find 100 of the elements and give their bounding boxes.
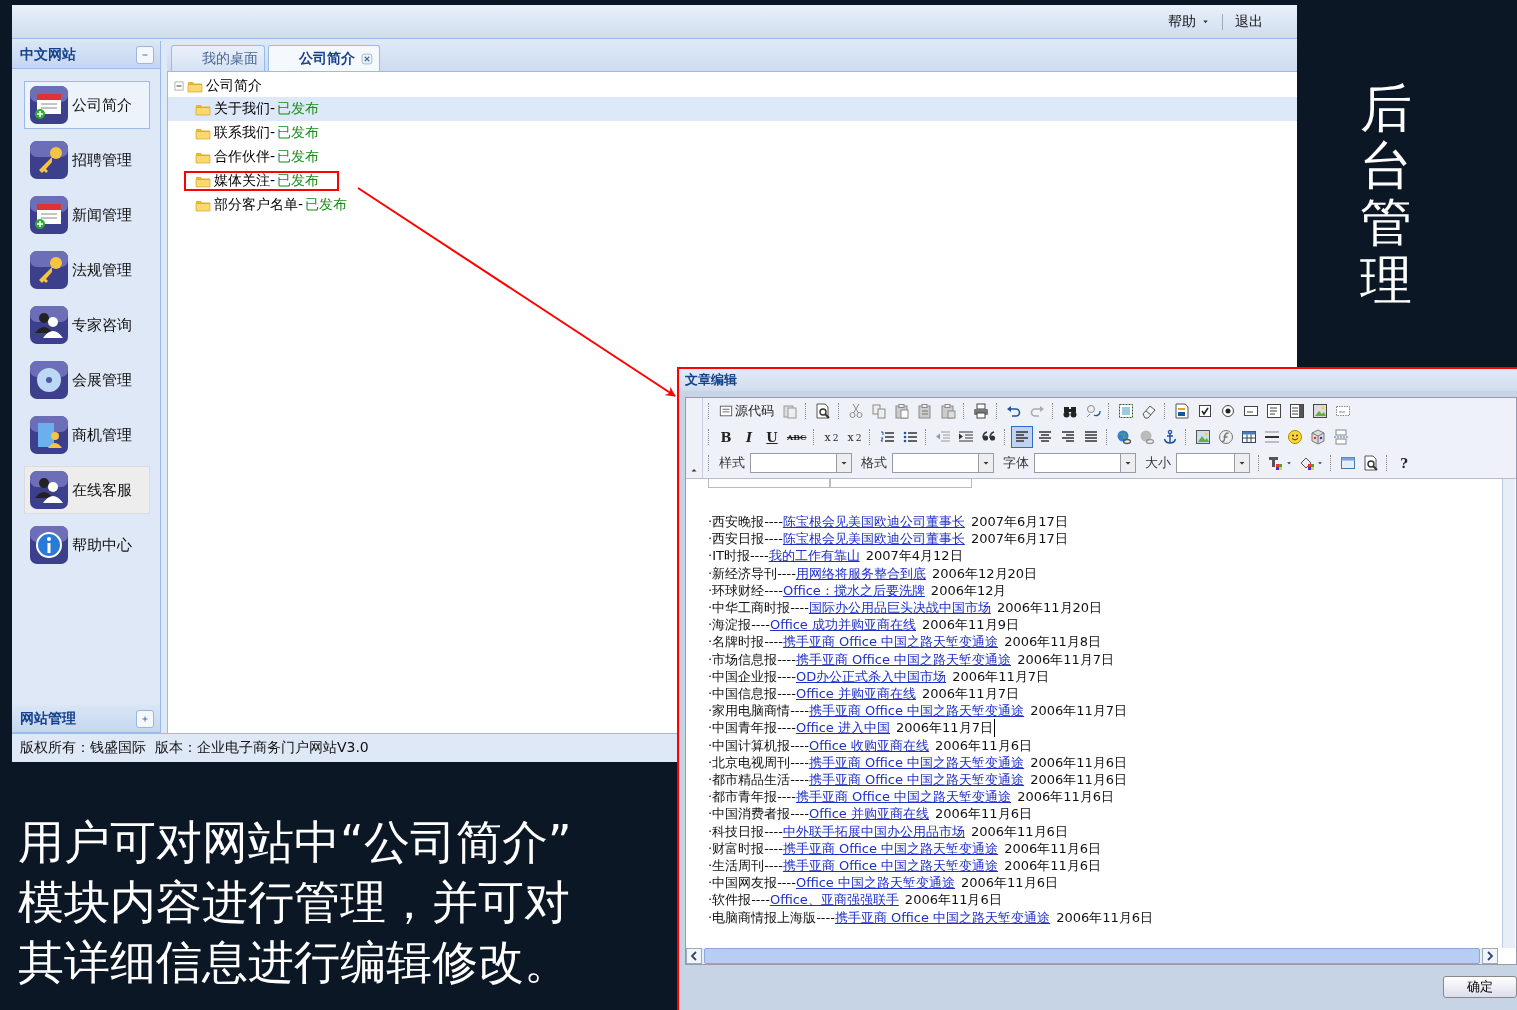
printer-icon [973, 403, 989, 419]
find-replace-icon [1085, 403, 1101, 419]
scroll-left-icon[interactable] [686, 948, 702, 964]
article-date: 2006年12月20日 [931, 564, 1039, 582]
article-source: ·西安日报---- [708, 530, 783, 548]
article-source: ·中国计算机报---- [708, 736, 809, 754]
dropdown-field[interactable] [892, 453, 994, 473]
article-link[interactable]: 用网络将服务整合到底 [795, 564, 926, 582]
article-source: ·中国网友报---- [708, 874, 796, 892]
panel-title: 中文网站 [20, 45, 76, 64]
article-link[interactable]: 携手亚商 Office 中国之路天堑变通途 [795, 788, 1012, 806]
article-link[interactable]: 携手亚商 Office 中国之路天堑变通途 [808, 702, 1025, 720]
article-link[interactable]: 携手亚商 Office 中国之路天堑变通途 [795, 650, 1012, 668]
article-date: 2006年11月6日 [1017, 788, 1116, 806]
form-add-icon [29, 85, 69, 125]
dropdown-field[interactable] [1034, 453, 1136, 473]
vertical-scrollbar[interactable] [1502, 479, 1515, 948]
tab[interactable]: 公司简介 [268, 45, 380, 71]
article-link[interactable]: Office：搅水之后要洗牌 [782, 581, 925, 599]
id-card-icon [29, 415, 69, 455]
article-link[interactable]: 我的工作有靠山 [768, 547, 860, 565]
article-source: ·中国消费者报---- [708, 805, 809, 823]
article-link[interactable]: Office 并购亚商在线 [795, 685, 916, 703]
caret-icon [982, 459, 990, 467]
format-button[interactable]: I [738, 426, 760, 448]
tree-item[interactable]: 合作伙伴-已发布 [184, 147, 340, 167]
info-icon [29, 525, 69, 565]
slide-caption: 用户可对网站中“公司简介” 模块内容进行管理，并可对 其详细信息进行编辑修改。 [18, 814, 572, 991]
format-button[interactable]: ABC [784, 426, 810, 448]
article-date: 2006年11月6日 [904, 891, 1003, 909]
tree-item[interactable]: 部分客户名单-已发布 [184, 195, 368, 215]
numbered-list-icon [879, 429, 896, 445]
article-link[interactable]: 携手亚商 Office 中国之路天堑变通途 [834, 908, 1051, 926]
article-source: ·中华工商时报---- [708, 599, 809, 617]
article-date: 2006年11月9日 [922, 616, 1020, 634]
article-source: ·环球财经---- [708, 581, 783, 599]
align-button[interactable] [1011, 426, 1034, 448]
dropdown-field[interactable] [1176, 453, 1250, 473]
tree-item[interactable]: 媒体关注-已发布 [184, 171, 340, 191]
sidebar-item[interactable]: 帮助中心 [24, 521, 150, 569]
menu-button[interactable]: 帮助 [1160, 10, 1218, 33]
article-link[interactable]: 携手亚商 Office 中国之路天堑变通途 [782, 633, 999, 651]
tree-item[interactable]: 关于我们-已发布 [184, 99, 340, 119]
article-link[interactable]: Office 并购亚商在线 [808, 805, 929, 823]
article-link[interactable]: 携手亚商 Office 中国之路天堑变通途 [782, 839, 999, 858]
sidebar-item[interactable]: 商机管理 [24, 411, 150, 459]
sidebar-item[interactable]: 新闻管理 [24, 191, 150, 239]
smiley-icon [1287, 429, 1304, 445]
format-button[interactable]: ? [1393, 452, 1415, 474]
article-link[interactable]: 国际办公用品巨头决战中国市场 [808, 599, 991, 617]
justify-icon [1083, 429, 1100, 445]
article-link[interactable]: Office 成功并购亚商在线 [769, 616, 916, 634]
radio-button-icon [1220, 403, 1236, 419]
sidebar-item[interactable]: 会展管理 [24, 356, 150, 404]
paint-bucket-icon [1299, 455, 1315, 471]
article-source: ·家用电脑商情---- [708, 702, 809, 720]
tree-item[interactable]: 公司简介 [206, 77, 262, 95]
article-source: ·中国企业报---- [708, 667, 796, 686]
unlink-icon [1139, 429, 1156, 445]
panel-header[interactable]: 网站管理 [12, 705, 160, 733]
align-right-icon [1060, 429, 1077, 445]
sidebar-item[interactable]: 法规管理 [24, 246, 150, 294]
sidebar-item[interactable]: 公司简介 [24, 81, 150, 129]
image-button-icon [1312, 403, 1328, 419]
menu-button[interactable]: 退出 [1227, 10, 1271, 33]
format-button[interactable]: U [761, 426, 783, 448]
flash-icon [1218, 429, 1235, 445]
article-link[interactable]: 陈宝根会见美国欧迪公司董事长 [782, 530, 965, 548]
article-link[interactable]: Office 中国之路天堑变通途 [795, 874, 955, 892]
article-link[interactable]: OD办公正式杀入中国市场 [795, 667, 947, 686]
clipboard-icon [940, 403, 956, 419]
link-globe-icon [1116, 429, 1133, 445]
sidebar-item[interactable]: 在线客服 [24, 466, 150, 514]
panel-header[interactable]: 中文网站 [12, 41, 160, 69]
article-date: 2006年11月6日 [935, 736, 1033, 754]
article-source: ·生活周刊---- [708, 857, 783, 875]
sidebar-item[interactable]: 招聘管理 [24, 136, 150, 184]
collapse-toolbar-icon[interactable] [690, 466, 698, 474]
article-date: 2006年11月6日 [961, 874, 1059, 892]
article-link[interactable]: 中外联手拓展中国办公用品市场 [782, 822, 965, 840]
article-link[interactable]: 携手亚商 Office 中国之路天堑变通途 [782, 857, 999, 875]
article-link[interactable]: 陈宝根会见美国欧迪公司董事长 [782, 513, 965, 531]
form-add-icon [29, 195, 69, 235]
anchor-icon [1162, 429, 1179, 445]
tab[interactable]: 我的桌面 [171, 45, 265, 71]
article-link[interactable]: 携手亚商 Office 中国之路天堑变通途 [808, 771, 1025, 789]
dropdown-field[interactable] [750, 453, 852, 473]
hidden-field-icon [1335, 403, 1351, 419]
article-link[interactable]: Office、亚商强强联手 [769, 891, 899, 909]
undo-icon [1006, 403, 1022, 419]
scroll-right-icon[interactable] [1482, 948, 1498, 964]
article-link[interactable]: Office 收购亚商在线 [808, 736, 929, 754]
collapse-toggle[interactable] [174, 81, 184, 91]
ok-button[interactable]: 确定 [1443, 976, 1517, 998]
minus-icon [174, 81, 184, 91]
tree-item[interactable]: 联系我们-已发布 [184, 123, 340, 143]
close-icon[interactable] [361, 52, 373, 65]
format-button[interactable]: B [715, 426, 737, 448]
sidebar-item[interactable]: 专家咨询 [24, 301, 150, 349]
source-code-button[interactable]: 源代码 [715, 400, 778, 422]
